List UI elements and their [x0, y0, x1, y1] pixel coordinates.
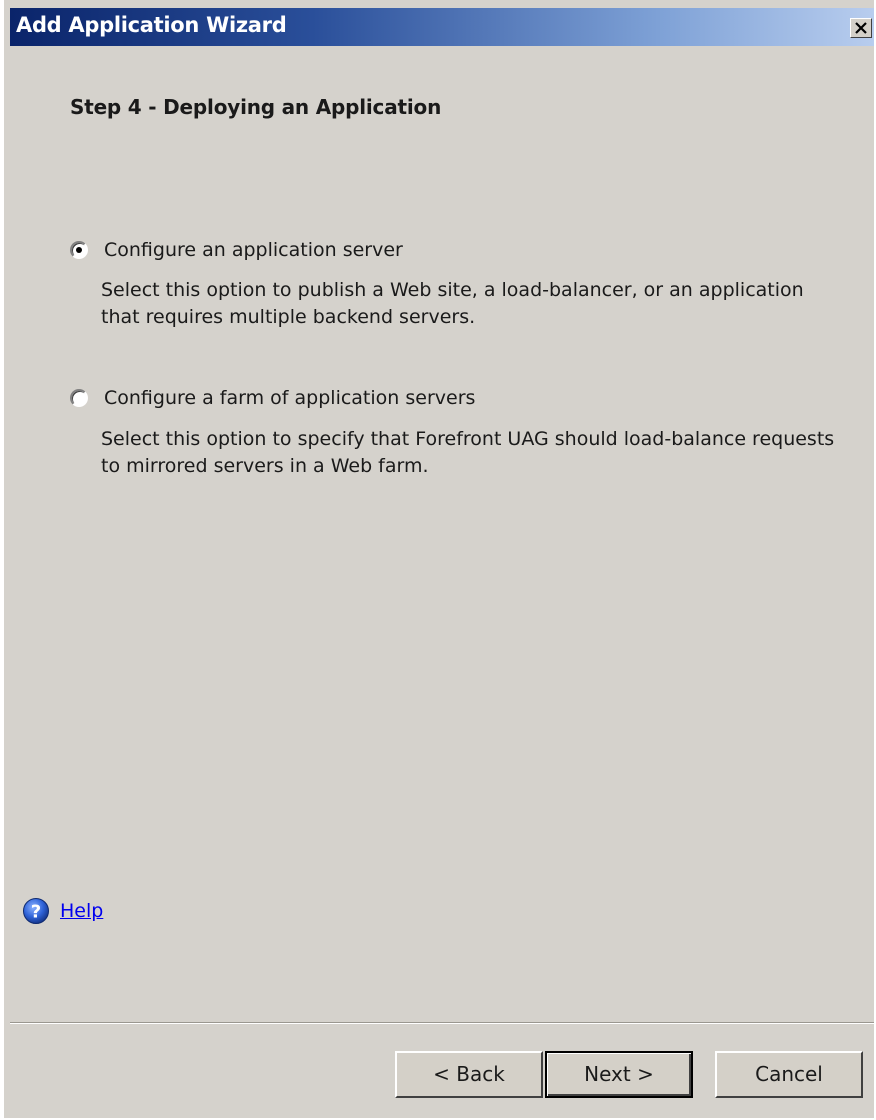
option-label[interactable]: Configure an application server	[104, 239, 403, 261]
help-row: ? Help	[22, 897, 103, 925]
close-icon	[855, 22, 867, 34]
footer-separator	[10, 1022, 874, 1024]
option-description: Select this option to specify that Foref…	[101, 428, 835, 477]
wizard-window: Add Application Wizard Step 4 - Deployin…	[0, 0, 876, 1120]
back-button[interactable]: < Back	[395, 1051, 543, 1098]
step-title: Step 4 - Deploying an Application	[70, 95, 442, 119]
option-application-server[interactable]: Configure an application server	[70, 236, 403, 264]
radio-application-server[interactable]	[70, 241, 88, 259]
next-button[interactable]: Next >	[545, 1051, 693, 1098]
help-link[interactable]: Help	[60, 900, 103, 922]
option-farm-servers[interactable]: Configure a farm of application servers	[70, 384, 475, 412]
window-title: Add Application Wizard	[16, 13, 287, 37]
cancel-button[interactable]: Cancel	[715, 1051, 863, 1098]
title-bar[interactable]: Add Application Wizard	[10, 8, 874, 46]
help-icon[interactable]: ?	[22, 897, 50, 925]
radio-selected-dot	[76, 247, 82, 253]
option-label[interactable]: Configure a farm of application servers	[104, 387, 475, 409]
option-description: Select this option to publish a Web site…	[101, 279, 804, 328]
close-button[interactable]	[850, 18, 872, 38]
radio-farm-servers[interactable]	[70, 389, 88, 407]
svg-text:?: ?	[31, 902, 41, 923]
